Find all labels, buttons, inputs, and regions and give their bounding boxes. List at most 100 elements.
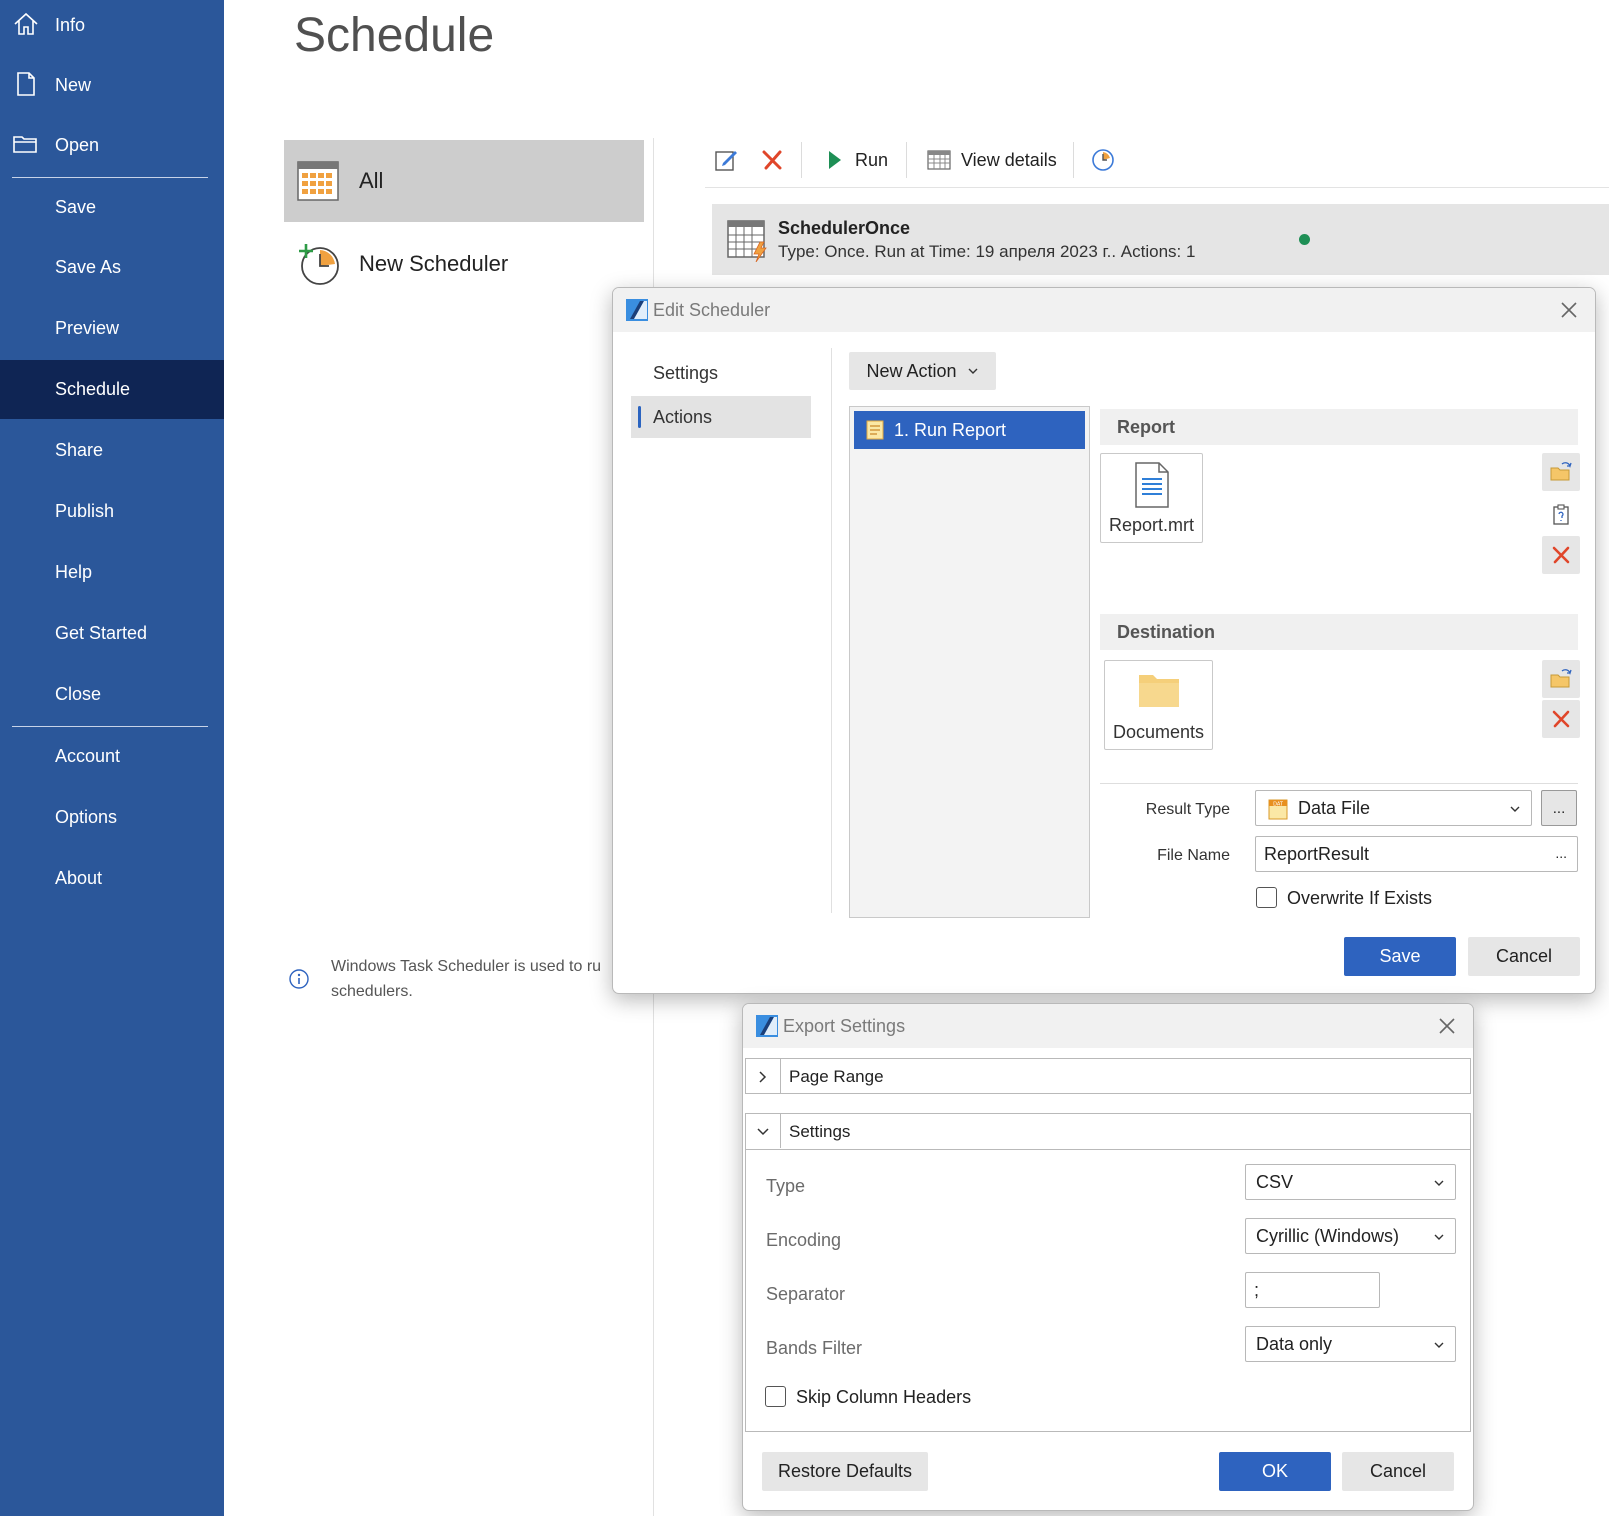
save-label: Save	[1379, 946, 1421, 966]
result-type-settings-button[interactable]: ...	[1541, 790, 1577, 826]
encoding-select[interactable]: Cyrillic (Windows)	[1245, 1218, 1456, 1254]
sidebar-item-open[interactable]: Open	[0, 116, 224, 175]
file-name-label: File Name	[1157, 847, 1230, 864]
report-file-name: Report.mrt	[1108, 515, 1195, 535]
sidebar-item-save-as[interactable]: Save As	[0, 238, 224, 297]
cancel-button[interactable]: Cancel	[1468, 937, 1580, 976]
close-icon[interactable]	[1557, 298, 1581, 322]
new-action-button[interactable]: New Action	[849, 352, 996, 390]
new-scheduler-button[interactable]: New Scheduler	[284, 223, 644, 305]
skip-column-headers-checkbox[interactable]	[765, 1386, 786, 1407]
remove-report-button[interactable]	[1542, 536, 1580, 574]
bands-filter-select[interactable]: Data only	[1245, 1326, 1456, 1362]
sidebar-item-save[interactable]: Save	[0, 178, 224, 237]
scheduler-filter-all[interactable]: All	[284, 140, 644, 222]
run-button[interactable]: Run	[827, 144, 888, 176]
folder-icon	[13, 136, 37, 153]
action-item[interactable]: 1. Run Report	[854, 411, 1085, 449]
sidebar-item-new[interactable]: New	[0, 56, 224, 115]
scheduler-row[interactable]: SchedulerOnce Type: Once. Run at Time: 1…	[712, 204, 1609, 275]
chevron-down-icon	[757, 1128, 769, 1136]
sidebar-item-schedule[interactable]: Schedule	[0, 360, 224, 419]
file-name-input[interactable]: ReportResult ...	[1255, 836, 1578, 872]
nav-actions[interactable]: Actions	[631, 396, 811, 438]
sidebar-item-label: Account	[55, 746, 121, 766]
sidebar-item-label: Publish	[55, 501, 115, 521]
dialog-titlebar: Export Settings	[743, 1004, 1473, 1048]
scheduler-description: Type: Once. Run at Time: 19 апреля 2023 …	[778, 242, 1196, 261]
sidebar-item-label: Get Started	[55, 623, 148, 643]
save-button[interactable]: Save	[1344, 937, 1456, 976]
app-logo-icon	[756, 1015, 778, 1037]
destination-folder-tile[interactable]: Documents	[1104, 660, 1213, 750]
clipboard-icon	[1553, 504, 1569, 525]
separator-input[interactable]: ;	[1245, 1272, 1380, 1308]
sidebar-item-options[interactable]: Options	[0, 788, 224, 847]
encoding-value: Cyrillic (Windows)	[1256, 1225, 1399, 1246]
sidebar-item-preview[interactable]: Preview	[0, 299, 224, 358]
open-report-button[interactable]	[1542, 453, 1580, 491]
section-divider	[1100, 783, 1578, 784]
skip-column-headers-label: Skip Column Headers	[796, 1387, 972, 1407]
ok-button[interactable]: OK	[1219, 1452, 1331, 1491]
sidebar-item-label: Save	[55, 197, 97, 217]
remove-destination-button[interactable]	[1542, 700, 1580, 738]
sidebar-item-help[interactable]: Help	[0, 543, 224, 602]
report-action-icon	[866, 420, 884, 440]
restore-defaults-button[interactable]: Restore Defaults	[762, 1452, 928, 1491]
settings-section[interactable]: Settings	[745, 1113, 1471, 1150]
calendar-grid-icon	[297, 161, 339, 201]
new-file-icon	[17, 72, 35, 96]
overwrite-checkbox[interactable]	[1256, 887, 1277, 908]
sidebar-item-account[interactable]: Account	[0, 727, 224, 786]
view-details-label: View details	[961, 149, 1057, 170]
history-button[interactable]	[1090, 144, 1116, 176]
play-icon	[829, 151, 841, 169]
sidebar-item-share[interactable]: Share	[0, 421, 224, 480]
result-type-select[interactable]: DAT Data File	[1255, 790, 1532, 826]
sidebar-item-get-started[interactable]: Get Started	[0, 604, 224, 663]
data-file-icon: DAT	[1268, 799, 1288, 820]
cancel-button[interactable]: Cancel	[1342, 1452, 1454, 1491]
report-file-tile[interactable]: Report.mrt	[1100, 453, 1203, 543]
file-name-value: ReportResult	[1264, 843, 1370, 864]
type-select[interactable]: CSV	[1245, 1164, 1456, 1200]
delete-scheduler-button[interactable]	[759, 144, 785, 176]
open-destination-button[interactable]	[1542, 660, 1580, 698]
edit-icon	[715, 151, 737, 171]
dialog-title: Export Settings	[783, 1016, 906, 1036]
expand-chevron	[746, 1059, 781, 1093]
sidebar-item-label: Preview	[55, 318, 120, 338]
cancel-label: Cancel	[1495, 946, 1553, 966]
close-icon[interactable]	[1435, 1014, 1459, 1038]
file-name-browse[interactable]: ...	[1555, 845, 1567, 861]
sidebar-item-label: Open	[55, 135, 100, 155]
destination-folder-name: Documents	[1112, 722, 1205, 742]
info-line: Windows Task Scheduler is used to ru	[331, 958, 602, 975]
view-details-button[interactable]: View details	[927, 144, 1057, 176]
page-title: Schedule	[294, 9, 495, 62]
separator-label: Separator	[766, 1284, 846, 1304]
scheduler-toolbar: Run View details	[705, 138, 1609, 182]
edit-scheduler-button[interactable]	[713, 144, 739, 176]
sidebar-item-info[interactable]: Info	[0, 0, 224, 55]
nav-settings[interactable]: Settings	[631, 352, 811, 394]
sidebar-item-about[interactable]: About	[0, 849, 224, 908]
new-scheduler-label: New Scheduler	[359, 251, 509, 276]
report-document-icon	[1135, 462, 1169, 508]
page-range-section[interactable]: Page Range	[745, 1058, 1471, 1094]
open-folder-icon	[1550, 462, 1572, 481]
bands-filter-value: Data only	[1256, 1333, 1333, 1354]
scheduler-name: SchedulerOnce	[778, 218, 911, 238]
sidebar-item-close[interactable]: Close	[0, 665, 224, 724]
backstage-sidebar: Info New Open Save Save As Preview Sched…	[0, 0, 224, 1516]
sidebar-item-publish[interactable]: Publish	[0, 482, 224, 541]
chevron-down-icon	[1434, 1234, 1444, 1240]
sidebar-item-label: Options	[55, 807, 118, 827]
scheduler-status-indicator	[1299, 234, 1310, 245]
encoding-label: Encoding	[766, 1230, 842, 1250]
report-from-clipboard-button[interactable]	[1542, 496, 1580, 534]
export-settings-dialog: Export Settings Page Range Settings Type…	[742, 1003, 1474, 1511]
app-logo-icon	[626, 299, 648, 321]
scheduler-filter-all-label: All	[359, 168, 384, 193]
